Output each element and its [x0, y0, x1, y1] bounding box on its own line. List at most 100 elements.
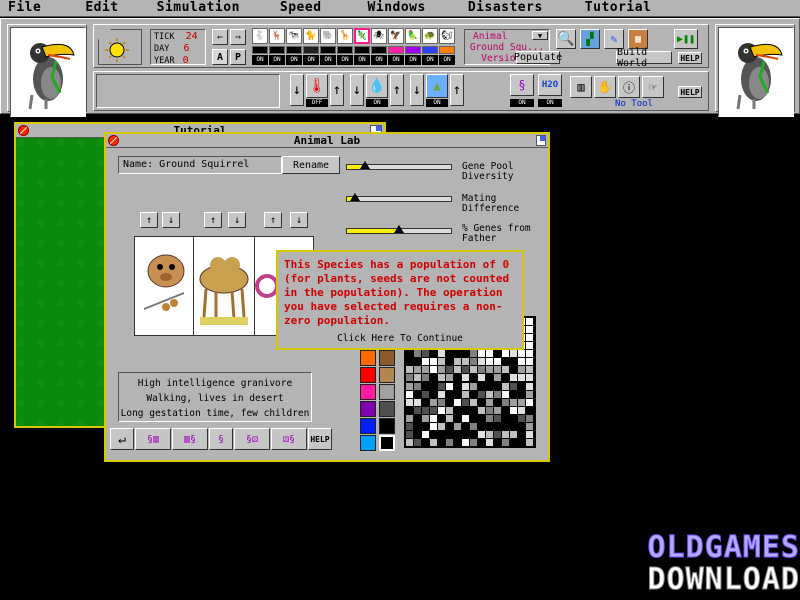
- info-tool-button[interactable]: ⓘ: [618, 76, 640, 98]
- pixel-cell[interactable]: [526, 422, 533, 430]
- pixel-cell[interactable]: [462, 366, 469, 374]
- pixel-cell[interactable]: [518, 350, 525, 358]
- pixel-cell[interactable]: [486, 398, 493, 406]
- h2o-button[interactable]: H2O: [538, 74, 562, 96]
- pixel-cell[interactable]: [510, 382, 517, 390]
- pixel-cell[interactable]: [518, 358, 525, 366]
- pixel-cell[interactable]: [430, 350, 437, 358]
- pixel-cell[interactable]: [518, 438, 525, 446]
- pixel-cell[interactable]: [414, 398, 421, 406]
- species-slot-icon[interactable]: 🐘: [320, 28, 336, 44]
- pixel-cell[interactable]: [430, 414, 437, 422]
- pixel-cell[interactable]: [446, 398, 453, 406]
- pixel-cell[interactable]: [502, 374, 509, 382]
- pixel-cell[interactable]: [454, 414, 461, 422]
- pixel-cell[interactable]: [454, 366, 461, 374]
- pixel-cell[interactable]: [422, 406, 429, 414]
- color-swatch[interactable]: [379, 367, 395, 383]
- dna-button[interactable]: §: [209, 428, 233, 450]
- color-swatch[interactable]: [379, 384, 395, 400]
- pixel-cell[interactable]: [438, 430, 445, 438]
- water-up-button[interactable]: ↑: [390, 74, 404, 106]
- pixel-cell[interactable]: [510, 430, 517, 438]
- pixel-cell[interactable]: [510, 390, 517, 398]
- menu-simulation[interactable]: Simulation: [129, 0, 250, 16]
- head-down-button[interactable]: ↓: [162, 212, 180, 228]
- menu-disasters[interactable]: Disasters: [436, 0, 553, 16]
- color-swatch[interactable]: [360, 384, 376, 400]
- pixel-cell[interactable]: [478, 390, 485, 398]
- toucan-bird-icon[interactable]: [10, 27, 86, 117]
- species-slot-icon[interactable]: 🐿: [439, 28, 455, 44]
- pixel-cell[interactable]: [438, 414, 445, 422]
- pixel-cell[interactable]: [518, 430, 525, 438]
- pixel-cell[interactable]: [406, 406, 413, 414]
- pixel-cell[interactable]: [526, 334, 533, 342]
- species-name-field[interactable]: Name: Ground Squirrel: [118, 156, 282, 174]
- mating-difference-slider[interactable]: [346, 193, 452, 202]
- pixel-cell[interactable]: [414, 366, 421, 374]
- pixel-cell[interactable]: [494, 430, 501, 438]
- pixel-cell[interactable]: [494, 382, 501, 390]
- pixel-cell[interactable]: [494, 390, 501, 398]
- pixel-cell[interactable]: [510, 374, 517, 382]
- pixel-cell[interactable]: [518, 414, 525, 422]
- pixel-cell[interactable]: [478, 430, 485, 438]
- pixel-cell[interactable]: [446, 358, 453, 366]
- close-icon[interactable]: [18, 125, 29, 136]
- slider-thumb[interactable]: [359, 161, 370, 169]
- pixel-cell[interactable]: [422, 358, 429, 366]
- species-slot-icon[interactable]: 🦅: [388, 28, 404, 44]
- pixel-cell[interactable]: [446, 366, 453, 374]
- pixel-cell[interactable]: [406, 422, 413, 430]
- species-slot-icon[interactable]: 🐄: [286, 28, 302, 44]
- click-to-continue[interactable]: Click Here To Continue: [278, 333, 522, 344]
- pixel-cell[interactable]: [422, 350, 429, 358]
- pixel-cell[interactable]: [526, 406, 533, 414]
- pixel-cell[interactable]: [414, 406, 421, 414]
- pixel-cell[interactable]: [486, 382, 493, 390]
- species-slot-icon[interactable]: 🕷: [371, 28, 387, 44]
- pixel-cell[interactable]: [486, 430, 493, 438]
- pixel-cell[interactable]: [486, 422, 493, 430]
- pixel-cell[interactable]: [430, 390, 437, 398]
- species-on-toggle[interactable]: ON: [439, 55, 455, 65]
- pixel-cell[interactable]: [470, 414, 477, 422]
- help-button-top[interactable]: HELP: [678, 52, 702, 64]
- species-on-toggle[interactable]: ON: [269, 55, 285, 65]
- color-swatch[interactable]: [360, 435, 376, 451]
- pixel-cell[interactable]: [414, 414, 421, 422]
- pixel-cell[interactable]: [422, 382, 429, 390]
- pixel-cell[interactable]: [470, 398, 477, 406]
- pixel-cell[interactable]: [470, 366, 477, 374]
- pixel-cell[interactable]: [406, 350, 413, 358]
- color-swatch[interactable]: [360, 418, 376, 434]
- pixel-cell[interactable]: [454, 430, 461, 438]
- pixel-cell[interactable]: [486, 358, 493, 366]
- pixel-cell[interactable]: [494, 358, 501, 366]
- pixel-cell[interactable]: [406, 414, 413, 422]
- temp-down-button[interactable]: ↓: [290, 74, 304, 106]
- pixel-cell[interactable]: [422, 430, 429, 438]
- species-icon-strip[interactable]: 🐇 🦌 🐄 🐈 🐘 🦒 🦎 🕷 🦅 🦜 🐢 🐿: [252, 28, 456, 44]
- pixel-cell[interactable]: [438, 382, 445, 390]
- species-on-toggle[interactable]: ON: [286, 55, 302, 65]
- species-slot-icon[interactable]: 🐢: [422, 28, 438, 44]
- pixel-cell[interactable]: [406, 382, 413, 390]
- pixel-cell[interactable]: [454, 390, 461, 398]
- pixel-cell[interactable]: [454, 382, 461, 390]
- pixel-cell[interactable]: [526, 358, 533, 366]
- pixel-cell[interactable]: [454, 374, 461, 382]
- pixel-cell[interactable]: [430, 438, 437, 446]
- pixel-cell[interactable]: [510, 358, 517, 366]
- pixel-cell[interactable]: [502, 422, 509, 430]
- pixel-cell[interactable]: [414, 374, 421, 382]
- populate-button[interactable]: Populate: [514, 51, 562, 64]
- pixel-cell[interactable]: [510, 414, 517, 422]
- close-icon[interactable]: [108, 135, 119, 146]
- pixel-cell[interactable]: [518, 406, 525, 414]
- terrain-down-button[interactable]: ↓: [410, 74, 424, 106]
- pixel-cell[interactable]: [430, 366, 437, 374]
- pixel-cell[interactable]: [526, 390, 533, 398]
- arrow-left-button[interactable]: ⇐: [212, 29, 228, 45]
